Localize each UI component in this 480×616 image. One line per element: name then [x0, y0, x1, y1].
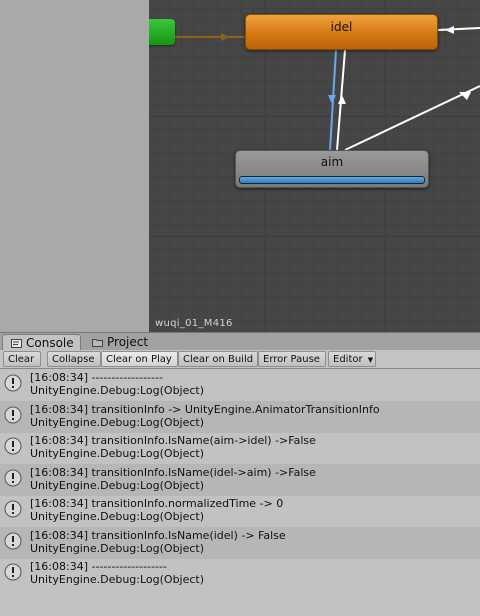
aim-to-offscreen-transition[interactable]: [344, 85, 480, 151]
state-label: aim: [320, 155, 344, 169]
state-progress-fill: [240, 177, 424, 183]
error-pause-toggle[interactable]: Error Pause: [258, 351, 326, 367]
log-stacktrace: UnityEngine.Debug:Log(Object): [30, 573, 205, 586]
info-icon: [4, 406, 22, 423]
info-icon: [4, 532, 22, 549]
clear-button[interactable]: Clear: [3, 351, 41, 367]
log-message: [16:08:34] transitionInfo.IsName(idel->a…: [30, 465, 316, 479]
clear-on-build-toggle[interactable]: Clear on Build: [178, 351, 258, 367]
log-entry[interactable]: [16:08:34] transitionInfo.IsName(idel) -…: [0, 526, 480, 559]
log-message: [16:08:34] transitionInfo.IsName(idel) -…: [30, 528, 286, 542]
animator-graph[interactable]: idel aim wuqi_01_M416: [149, 0, 480, 332]
log-stacktrace: UnityEngine.Debug:Log(Object): [30, 541, 205, 555]
state-node-aim[interactable]: aim: [235, 150, 429, 188]
tab-label: Console: [26, 336, 74, 350]
log-message: [16:08:34] transitionInfo.IsName(aim->id…: [30, 434, 316, 447]
tab-label: Project: [107, 335, 149, 349]
state-progress-bar: [239, 176, 425, 184]
entry-node[interactable]: [149, 19, 175, 45]
offscreen-to-idel-arrow: [445, 26, 454, 34]
dropdown-arrow-icon: ▼: [367, 356, 374, 364]
log-entry[interactable]: [16:08:34] transitionInfo.IsName(idel->a…: [0, 463, 480, 496]
collapse-toggle[interactable]: Collapse: [47, 351, 101, 367]
clear-on-play-toggle[interactable]: Clear on Play: [101, 351, 178, 367]
console-log-list[interactable]: [16:08:34] ------------------ UnityEngine…: [0, 369, 480, 616]
tab-project[interactable]: Project: [84, 334, 154, 351]
folder-icon: [92, 339, 103, 347]
log-stacktrace: UnityEngine.Debug:Log(Object): [30, 447, 205, 460]
aim-to-idel-arrow: [338, 95, 346, 104]
state-label: idel: [330, 20, 353, 34]
editor-dropdown[interactable]: Editor ▼: [328, 351, 376, 367]
info-icon: [4, 563, 22, 581]
layer-name: wuqi_01_M416: [155, 318, 233, 329]
tab-console[interactable]: Console: [2, 334, 81, 351]
left-panel: [0, 0, 150, 332]
console-toolbar: Clear Collapse Clear on Play Clear on Bu…: [0, 350, 480, 369]
log-entry[interactable]: [16:08:34] transitionInfo.IsName(aim->id…: [0, 432, 480, 464]
offscreen-to-idel-transition[interactable]: [437, 27, 480, 31]
log-stacktrace: UnityEngine.Debug:Log(Object): [30, 384, 205, 397]
idel-to-aim-arrow: [328, 95, 336, 104]
state-node-idel[interactable]: idel: [245, 14, 438, 50]
console-icon: [11, 339, 22, 348]
info-icon: [4, 437, 22, 455]
tab-bar: Console Project: [0, 332, 480, 351]
info-icon: [4, 374, 22, 392]
log-message: [16:08:34] ------------------: [30, 371, 163, 384]
log-stacktrace: UnityEngine.Debug:Log(Object): [30, 478, 205, 492]
log-stacktrace: UnityEngine.Debug:Log(Object): [30, 415, 205, 429]
log-message: [16:08:34] transitionInfo -> UnityEngine…: [30, 402, 380, 416]
info-icon: [4, 469, 22, 486]
entry-transition-arrow: [221, 33, 229, 41]
editor-dropdown-label: Editor: [333, 354, 363, 365]
log-entry[interactable]: [16:08:34] transitionInfo.normalizedTime…: [0, 495, 480, 527]
log-message: [16:08:34] transitionInfo.normalizedTime…: [30, 497, 284, 510]
log-message: [16:08:34] -------------------: [30, 560, 167, 573]
log-stacktrace: UnityEngine.Debug:Log(Object): [30, 510, 205, 523]
log-entry[interactable]: [16:08:34] ------------------- UnityEngin…: [0, 558, 480, 590]
log-entry[interactable]: [16:08:34] ------------------ UnityEngine…: [0, 369, 480, 401]
log-entry[interactable]: [16:08:34] transitionInfo -> UnityEngine…: [0, 400, 480, 433]
info-icon: [4, 500, 22, 518]
